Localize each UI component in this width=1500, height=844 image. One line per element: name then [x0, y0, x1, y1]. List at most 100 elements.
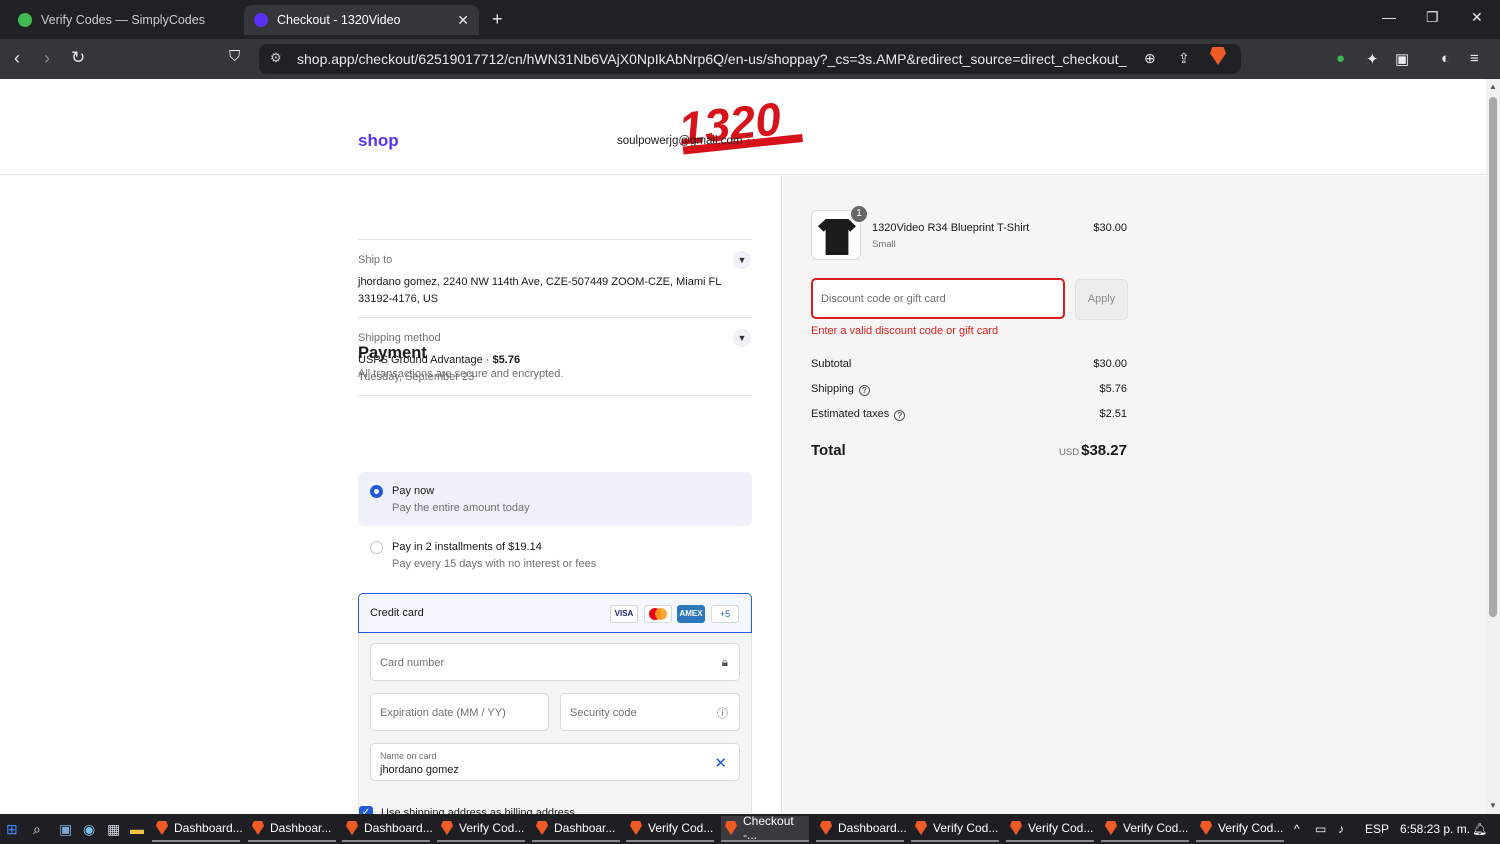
help-icon[interactable]: ? — [894, 410, 906, 421]
taskbar-app-button[interactable]: Dashboar... — [532, 816, 620, 842]
credit-card-method[interactable]: Credit card VISA AMEX +5 — [358, 593, 752, 633]
simplycodes-favicon-icon — [18, 13, 32, 27]
product-price: $30.00 — [1093, 222, 1127, 234]
brave-browser-icon — [536, 821, 548, 835]
windows-start-icon[interactable]: ⊞ — [6, 821, 18, 838]
taskbar-app-label: Dashboard... — [838, 821, 907, 835]
brave-shields-icon[interactable] — [1210, 47, 1226, 65]
address-bar[interactable]: ⚙ shop.app/checkout/62519017712/cn/hWN31… — [259, 44, 1241, 74]
taskbar-app-button[interactable]: Verify Cod... — [626, 816, 714, 842]
forward-icon[interactable]: › — [44, 48, 50, 69]
chevron-up-icon[interactable]: ^ — [1294, 822, 1300, 836]
extensions-icon[interactable]: ✦ — [1366, 50, 1379, 68]
visa-icon: VISA — [610, 605, 638, 623]
ship-to-address: jhordano gomez, 2240 NW 114th Ave, CZE-5… — [358, 276, 721, 305]
total-label: Total — [811, 442, 846, 459]
taskbar-app-button[interactable]: Verify Cod... — [1006, 816, 1094, 842]
page-scrollbar[interactable]: ▲ ▼ — [1486, 79, 1500, 814]
taskbar-app-button[interactable]: Verify Cod... — [1101, 816, 1189, 842]
lock-icon: 🔒︎ — [721, 655, 728, 669]
credit-card-label: Credit card — [370, 607, 424, 619]
taxes-label: Estimated taxes — [811, 408, 890, 420]
taskbar-app-button[interactable]: Dashboard... — [816, 816, 907, 842]
reload-icon[interactable]: ↻ — [71, 48, 85, 68]
tab-checkout[interactable]: Checkout - 1320Video ✕ — [244, 5, 479, 35]
taskbar-app-button[interactable]: Dashboard... — [152, 816, 243, 842]
tab-verify-codes[interactable]: Verify Codes — SimplyCodes — [8, 5, 240, 35]
site-settings-icon[interactable]: ⚙ — [270, 50, 282, 66]
restore-icon[interactable]: ❐ — [1426, 9, 1439, 26]
scroll-down-icon[interactable]: ▼ — [1489, 801, 1497, 810]
shipping-row-label: Shipping? — [811, 383, 870, 396]
brave-browser-icon — [1010, 821, 1022, 835]
apply-button[interactable]: Apply — [1075, 279, 1128, 320]
scrollbar-thumb[interactable] — [1489, 97, 1497, 617]
search-icon[interactable]: ⌕ — [33, 821, 41, 838]
taskbar-app-label: Verify Cod... — [1028, 821, 1094, 835]
clock[interactable]: 6:58:23 p. m. — [1400, 822, 1470, 836]
divider — [358, 317, 752, 318]
close-window-icon[interactable]: ✕ — [1471, 9, 1483, 26]
url-text[interactable]: shop.app/checkout/62519017712/cn/hWN31Nb… — [297, 51, 1127, 67]
bookmark-icon[interactable]: ⛉ — [229, 48, 240, 65]
leo-ai-icon[interactable]: ◐ — [1441, 50, 1450, 67]
network-icon[interactable]: ▭ — [1315, 822, 1326, 836]
pay-installments-option[interactable]: Pay in 2 installments of $19.14 Pay ever… — [358, 525, 752, 579]
help-icon[interactable]: ? — [858, 385, 870, 396]
pay-now-option[interactable]: Pay now Pay the entire amount today — [358, 472, 752, 526]
language-indicator[interactable]: ESP — [1365, 822, 1389, 836]
notifications-icon[interactable]: 🔔︎ — [1472, 822, 1487, 836]
reader-mode-icon[interactable]: ▣ — [1395, 50, 1409, 68]
taskbar-app-button[interactable]: Verify Cod... — [911, 816, 999, 842]
taskbar-app-label: Verify Cod... — [648, 821, 714, 835]
volume-icon[interactable]: ♪ — [1338, 822, 1344, 836]
camera-app-icon[interactable]: ▣ — [59, 821, 72, 838]
help-icon[interactable]: ⓘ — [717, 705, 728, 721]
taskbar-app-label: Checkout -... — [743, 814, 794, 842]
minimize-icon[interactable]: — — [1382, 9, 1396, 25]
card-number-field[interactable]: Card number 🔒︎ — [370, 643, 740, 681]
browser-toolbar: ‹ › ↻ ⛉ ⚙ shop.app/checkout/62519017712/… — [0, 39, 1500, 79]
share-icon[interactable]: ⇪ — [1178, 50, 1190, 67]
pay-installments-radio[interactable] — [370, 541, 383, 554]
brave-browser-icon — [820, 821, 832, 835]
close-tab-icon[interactable]: ✕ — [457, 12, 469, 29]
pay-now-radio[interactable] — [370, 485, 383, 498]
taskbar-app-button[interactable]: Verify Cod... — [437, 816, 525, 842]
card-number-placeholder: Card number — [380, 657, 445, 669]
shop-pay-logo: shop — [358, 131, 399, 150]
taskbar-app-button[interactable]: Verify Cod... — [1196, 816, 1284, 842]
taskbar-app-label: Dashboar... — [270, 821, 332, 835]
product-variant: Small — [872, 239, 896, 250]
scroll-up-icon[interactable]: ▲ — [1489, 82, 1497, 91]
chevron-down-icon[interactable]: ▼ — [733, 251, 751, 269]
clear-icon[interactable]: ✕ — [714, 754, 727, 772]
discount-code-input[interactable]: Discount code or gift card — [811, 278, 1065, 319]
shipping-label: Shipping — [811, 383, 854, 395]
name-on-card-field[interactable]: Name on card jhordano gomez ✕ — [370, 743, 740, 781]
shipping-value: $5.76 — [1099, 383, 1127, 395]
new-tab-icon[interactable]: + — [492, 9, 503, 30]
app-icon[interactable]: ▦ — [107, 821, 120, 838]
more-options-icon[interactable]: ⋮ — [742, 132, 755, 148]
total-value: $38.27 — [1081, 442, 1127, 459]
back-icon[interactable]: ‹ — [14, 48, 20, 69]
shop-favicon-icon — [254, 13, 268, 27]
chevron-down-icon[interactable]: ▼ — [733, 329, 751, 347]
zoom-icon[interactable]: ⊕ — [1144, 50, 1156, 67]
payment-subtitle: All transactions are secure and encrypte… — [358, 368, 564, 380]
file-explorer-icon[interactable]: ▬ — [130, 821, 144, 837]
app-icon[interactable]: ◉ — [83, 821, 95, 838]
tab-title: Checkout - 1320Video — [277, 13, 401, 27]
taskbar-app-button[interactable]: Dashboar... — [248, 816, 336, 842]
divider — [358, 395, 752, 396]
simplycodes-extension-icon[interactable]: ● — [1336, 50, 1345, 67]
menu-icon[interactable]: ≡ — [1470, 50, 1479, 67]
expiration-date-field[interactable]: Expiration date (MM / YY) — [370, 693, 549, 731]
name-on-card-value: jhordano gomez — [380, 764, 459, 776]
taskbar-app-button[interactable]: Dashboard... — [342, 816, 433, 842]
taskbar-app-button[interactable]: Checkout -... — [721, 814, 809, 842]
option-title: Pay now — [392, 485, 435, 497]
option-title: Pay in 2 installments of $19.14 — [392, 541, 542, 553]
security-code-field[interactable]: Security code ⓘ — [560, 693, 740, 731]
